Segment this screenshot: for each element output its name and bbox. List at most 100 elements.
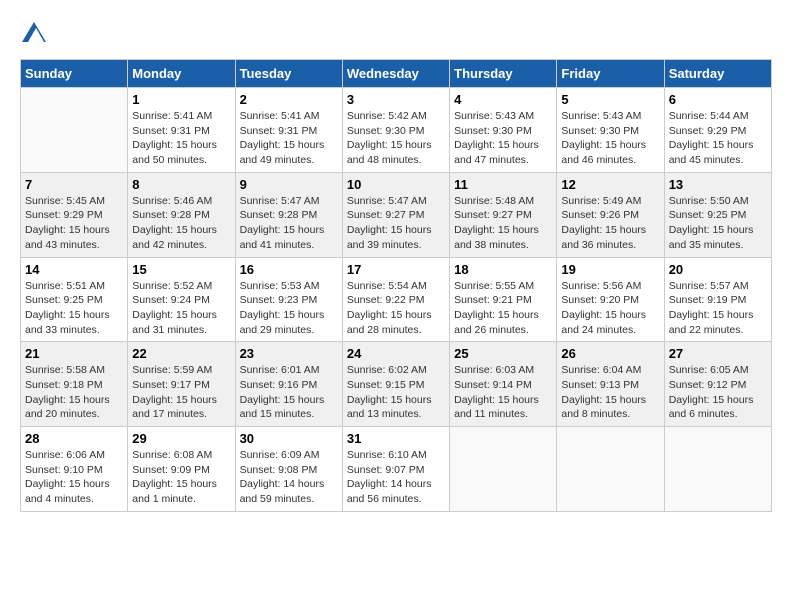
calendar-cell: 19 Sunrise: 5:56 AMSunset: 9:20 PMDayligh… — [557, 257, 664, 342]
page-header — [20, 20, 772, 49]
calendar-cell: 8 Sunrise: 5:46 AMSunset: 9:28 PMDaylight… — [128, 172, 235, 257]
day-number: 27 — [669, 346, 767, 361]
calendar-cell: 4 Sunrise: 5:43 AMSunset: 9:30 PMDaylight… — [450, 88, 557, 173]
day-number: 7 — [25, 177, 123, 192]
day-info: Sunrise: 6:01 AMSunset: 9:16 PMDaylight:… — [240, 363, 338, 422]
day-info: Sunrise: 6:04 AMSunset: 9:13 PMDaylight:… — [561, 363, 659, 422]
day-info: Sunrise: 5:45 AMSunset: 9:29 PMDaylight:… — [25, 194, 123, 253]
day-number: 18 — [454, 262, 552, 277]
day-number: 25 — [454, 346, 552, 361]
calendar-cell: 31 Sunrise: 6:10 AMSunset: 9:07 PMDayligh… — [342, 427, 449, 512]
calendar-cell: 17 Sunrise: 5:54 AMSunset: 9:22 PMDayligh… — [342, 257, 449, 342]
header-wednesday: Wednesday — [342, 60, 449, 88]
calendar-cell: 15Sunrise: 5:52 AMSunset: 9:24 PMDayligh… — [128, 257, 235, 342]
day-number: 11 — [454, 177, 552, 192]
day-number: 26 — [561, 346, 659, 361]
day-info: Sunrise: 6:10 AMSunset: 9:07 PMDaylight:… — [347, 448, 445, 507]
calendar-cell: 12 Sunrise: 5:49 AMSunset: 9:26 PMDayligh… — [557, 172, 664, 257]
header-friday: Friday — [557, 60, 664, 88]
day-number: 20 — [669, 262, 767, 277]
day-info: Sunrise: 5:57 AMSunset: 9:19 PMDaylight:… — [669, 279, 767, 338]
day-info: Sunrise: 6:08 AMSunset: 9:09 PMDaylight:… — [132, 448, 230, 507]
day-info: Sunrise: 5:55 AMSunset: 9:21 PMDaylight:… — [454, 279, 552, 338]
logo — [20, 20, 46, 49]
logo-icon — [22, 20, 46, 44]
day-number: 4 — [454, 92, 552, 107]
calendar-cell: 1Sunrise: 5:41 AMSunset: 9:31 PMDaylight… — [128, 88, 235, 173]
day-number: 1 — [132, 92, 230, 107]
day-info: Sunrise: 5:48 AMSunset: 9:27 PMDaylight:… — [454, 194, 552, 253]
calendar-week-2: 7 Sunrise: 5:45 AMSunset: 9:29 PMDaylight… — [21, 172, 772, 257]
day-info: Sunrise: 5:51 AMSunset: 9:25 PMDaylight:… — [25, 279, 123, 338]
logo-text — [20, 20, 46, 49]
header-monday: Monday — [128, 60, 235, 88]
calendar-week-4: 21 Sunrise: 5:58 AMSunset: 9:18 PMDayligh… — [21, 342, 772, 427]
calendar-cell: 7 Sunrise: 5:45 AMSunset: 9:29 PMDaylight… — [21, 172, 128, 257]
day-info: Sunrise: 6:09 AMSunset: 9:08 PMDaylight:… — [240, 448, 338, 507]
calendar-week-3: 14 Sunrise: 5:51 AMSunset: 9:25 PMDayligh… — [21, 257, 772, 342]
day-info: Sunrise: 5:47 AMSunset: 9:28 PMDaylight:… — [240, 194, 338, 253]
day-info: Sunrise: 5:58 AMSunset: 9:18 PMDaylight:… — [25, 363, 123, 422]
header-tuesday: Tuesday — [235, 60, 342, 88]
calendar-cell: 23 Sunrise: 6:01 AMSunset: 9:16 PMDayligh… — [235, 342, 342, 427]
day-number: 12 — [561, 177, 659, 192]
calendar-cell: 11 Sunrise: 5:48 AMSunset: 9:27 PMDayligh… — [450, 172, 557, 257]
day-number: 8 — [132, 177, 230, 192]
day-number: 3 — [347, 92, 445, 107]
calendar-cell: 26 Sunrise: 6:04 AMSunset: 9:13 PMDayligh… — [557, 342, 664, 427]
calendar-cell: 14 Sunrise: 5:51 AMSunset: 9:25 PMDayligh… — [21, 257, 128, 342]
calendar-cell: 28 Sunrise: 6:06 AMSunset: 9:10 PMDayligh… — [21, 427, 128, 512]
calendar-cell — [450, 427, 557, 512]
calendar-cell: 24Sunrise: 6:02 AMSunset: 9:15 PMDayligh… — [342, 342, 449, 427]
calendar-cell — [664, 427, 771, 512]
day-number: 28 — [25, 431, 123, 446]
day-info: Sunrise: 5:46 AMSunset: 9:28 PMDaylight:… — [132, 194, 230, 253]
calendar-cell: 22 Sunrise: 5:59 AMSunset: 9:17 PMDayligh… — [128, 342, 235, 427]
day-info: Sunrise: 5:44 AMSunset: 9:29 PMDaylight:… — [669, 109, 767, 168]
day-info: Sunrise: 6:06 AMSunset: 9:10 PMDaylight:… — [25, 448, 123, 507]
calendar-week-5: 28 Sunrise: 6:06 AMSunset: 9:10 PMDayligh… — [21, 427, 772, 512]
day-info: Sunrise: 5:59 AMSunset: 9:17 PMDaylight:… — [132, 363, 230, 422]
day-number: 19 — [561, 262, 659, 277]
day-info: Sunrise: 5:54 AMSunset: 9:22 PMDaylight:… — [347, 279, 445, 338]
day-number: 23 — [240, 346, 338, 361]
calendar-cell: 30 Sunrise: 6:09 AMSunset: 9:08 PMDayligh… — [235, 427, 342, 512]
header-thursday: Thursday — [450, 60, 557, 88]
day-number: 22 — [132, 346, 230, 361]
day-number: 10 — [347, 177, 445, 192]
calendar-cell: 3 Sunrise: 5:42 AMSunset: 9:30 PMDaylight… — [342, 88, 449, 173]
day-info: Sunrise: 6:02 AMSunset: 9:15 PMDaylight:… — [347, 363, 445, 422]
day-info: Sunrise: 5:43 AMSunset: 9:30 PMDaylight:… — [454, 109, 552, 168]
calendar-cell: 25Sunrise: 6:03 AMSunset: 9:14 PMDayligh… — [450, 342, 557, 427]
day-number: 30 — [240, 431, 338, 446]
day-info: Sunrise: 5:41 AMSunset: 9:31 PMDaylight:… — [240, 109, 338, 168]
calendar-cell: 21 Sunrise: 5:58 AMSunset: 9:18 PMDayligh… — [21, 342, 128, 427]
day-info: Sunrise: 5:42 AMSunset: 9:30 PMDaylight:… — [347, 109, 445, 168]
day-number: 14 — [25, 262, 123, 277]
calendar-header-row: SundayMondayTuesdayWednesdayThursdayFrid… — [21, 60, 772, 88]
day-info: Sunrise: 5:43 AMSunset: 9:30 PMDaylight:… — [561, 109, 659, 168]
calendar-cell — [557, 427, 664, 512]
calendar-cell: 16 Sunrise: 5:53 AMSunset: 9:23 PMDayligh… — [235, 257, 342, 342]
calendar-cell: 2Sunrise: 5:41 AMSunset: 9:31 PMDaylight… — [235, 88, 342, 173]
day-number: 21 — [25, 346, 123, 361]
calendar-cell: 10 Sunrise: 5:47 AMSunset: 9:27 PMDayligh… — [342, 172, 449, 257]
day-info: Sunrise: 6:05 AMSunset: 9:12 PMDaylight:… — [669, 363, 767, 422]
day-info: Sunrise: 5:52 AMSunset: 9:24 PMDaylight:… — [132, 279, 230, 338]
day-number: 5 — [561, 92, 659, 107]
day-info: Sunrise: 5:50 AMSunset: 9:25 PMDaylight:… — [669, 194, 767, 253]
day-info: Sunrise: 5:56 AMSunset: 9:20 PMDaylight:… — [561, 279, 659, 338]
day-number: 29 — [132, 431, 230, 446]
day-number: 16 — [240, 262, 338, 277]
day-number: 13 — [669, 177, 767, 192]
day-info: Sunrise: 5:53 AMSunset: 9:23 PMDaylight:… — [240, 279, 338, 338]
calendar-cell: 27 Sunrise: 6:05 AMSunset: 9:12 PMDayligh… — [664, 342, 771, 427]
day-info: Sunrise: 5:49 AMSunset: 9:26 PMDaylight:… — [561, 194, 659, 253]
day-info: Sunrise: 5:47 AMSunset: 9:27 PMDaylight:… — [347, 194, 445, 253]
day-number: 31 — [347, 431, 445, 446]
calendar-cell: 9Sunrise: 5:47 AMSunset: 9:28 PMDaylight… — [235, 172, 342, 257]
day-number: 17 — [347, 262, 445, 277]
calendar-cell: 13 Sunrise: 5:50 AMSunset: 9:25 PMDayligh… — [664, 172, 771, 257]
calendar-cell: 6Sunrise: 5:44 AMSunset: 9:29 PMDaylight… — [664, 88, 771, 173]
calendar-cell — [21, 88, 128, 173]
